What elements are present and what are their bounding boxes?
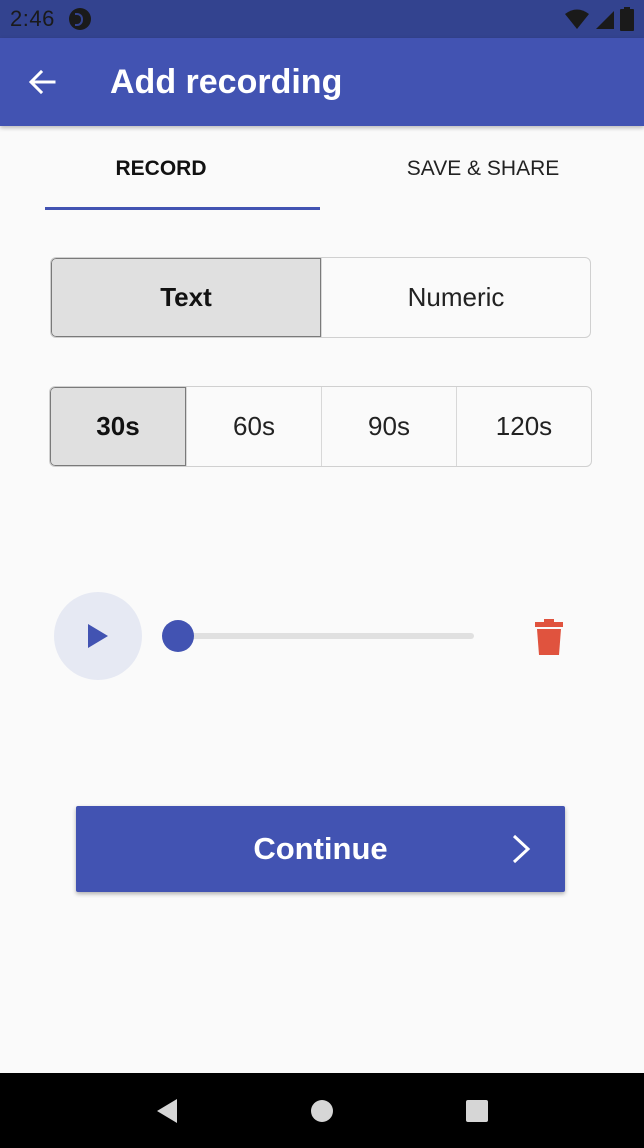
playback-slider[interactable] — [162, 616, 476, 656]
wifi-icon — [565, 9, 589, 29]
duration-selector: 30s 60s 90s 120s — [49, 386, 592, 467]
slider-track — [174, 633, 474, 639]
duration-option-120s[interactable]: 120s — [456, 387, 591, 466]
nav-home-button[interactable] — [292, 1081, 352, 1141]
continue-button[interactable]: Continue — [76, 806, 565, 892]
tab-save-share[interactable]: SAVE & SHARE — [322, 126, 644, 212]
slider-thumb[interactable] — [162, 620, 194, 652]
arrow-left-icon — [28, 69, 56, 95]
cell-signal-icon — [596, 11, 614, 29]
play-icon — [88, 624, 108, 648]
nav-recents-icon — [465, 1099, 488, 1122]
nav-home-icon — [310, 1099, 333, 1122]
duration-option-30s[interactable]: 30s — [50, 387, 186, 466]
tab-bar: RECORD SAVE & SHARE — [0, 126, 644, 212]
nav-recents-button[interactable] — [447, 1081, 507, 1141]
page-title: Add recording — [110, 62, 343, 101]
delete-button[interactable] — [524, 612, 574, 662]
continue-label: Continue — [253, 831, 388, 866]
mode-option-numeric[interactable]: Numeric — [321, 258, 590, 337]
chevron-right-icon — [512, 834, 531, 864]
trash-icon — [535, 619, 563, 655]
play-button[interactable] — [54, 592, 142, 680]
mode-selector: Text Numeric — [50, 257, 591, 338]
duration-option-90s[interactable]: 90s — [321, 387, 456, 466]
app-bar: Add recording — [0, 38, 644, 126]
system-nav-bar — [0, 1073, 644, 1148]
duration-option-60s[interactable]: 60s — [186, 387, 321, 466]
nav-back-button[interactable] — [137, 1081, 197, 1141]
back-button[interactable] — [0, 38, 84, 126]
battery-icon — [620, 7, 634, 31]
status-time: 2:46 — [10, 6, 55, 31]
mode-option-text[interactable]: Text — [51, 258, 321, 337]
nav-back-icon — [157, 1098, 178, 1123]
tab-record[interactable]: RECORD — [0, 126, 322, 212]
status-bar: 2:46 — [0, 0, 644, 38]
app-notification-icon — [68, 8, 91, 30]
status-icons — [564, 7, 634, 31]
